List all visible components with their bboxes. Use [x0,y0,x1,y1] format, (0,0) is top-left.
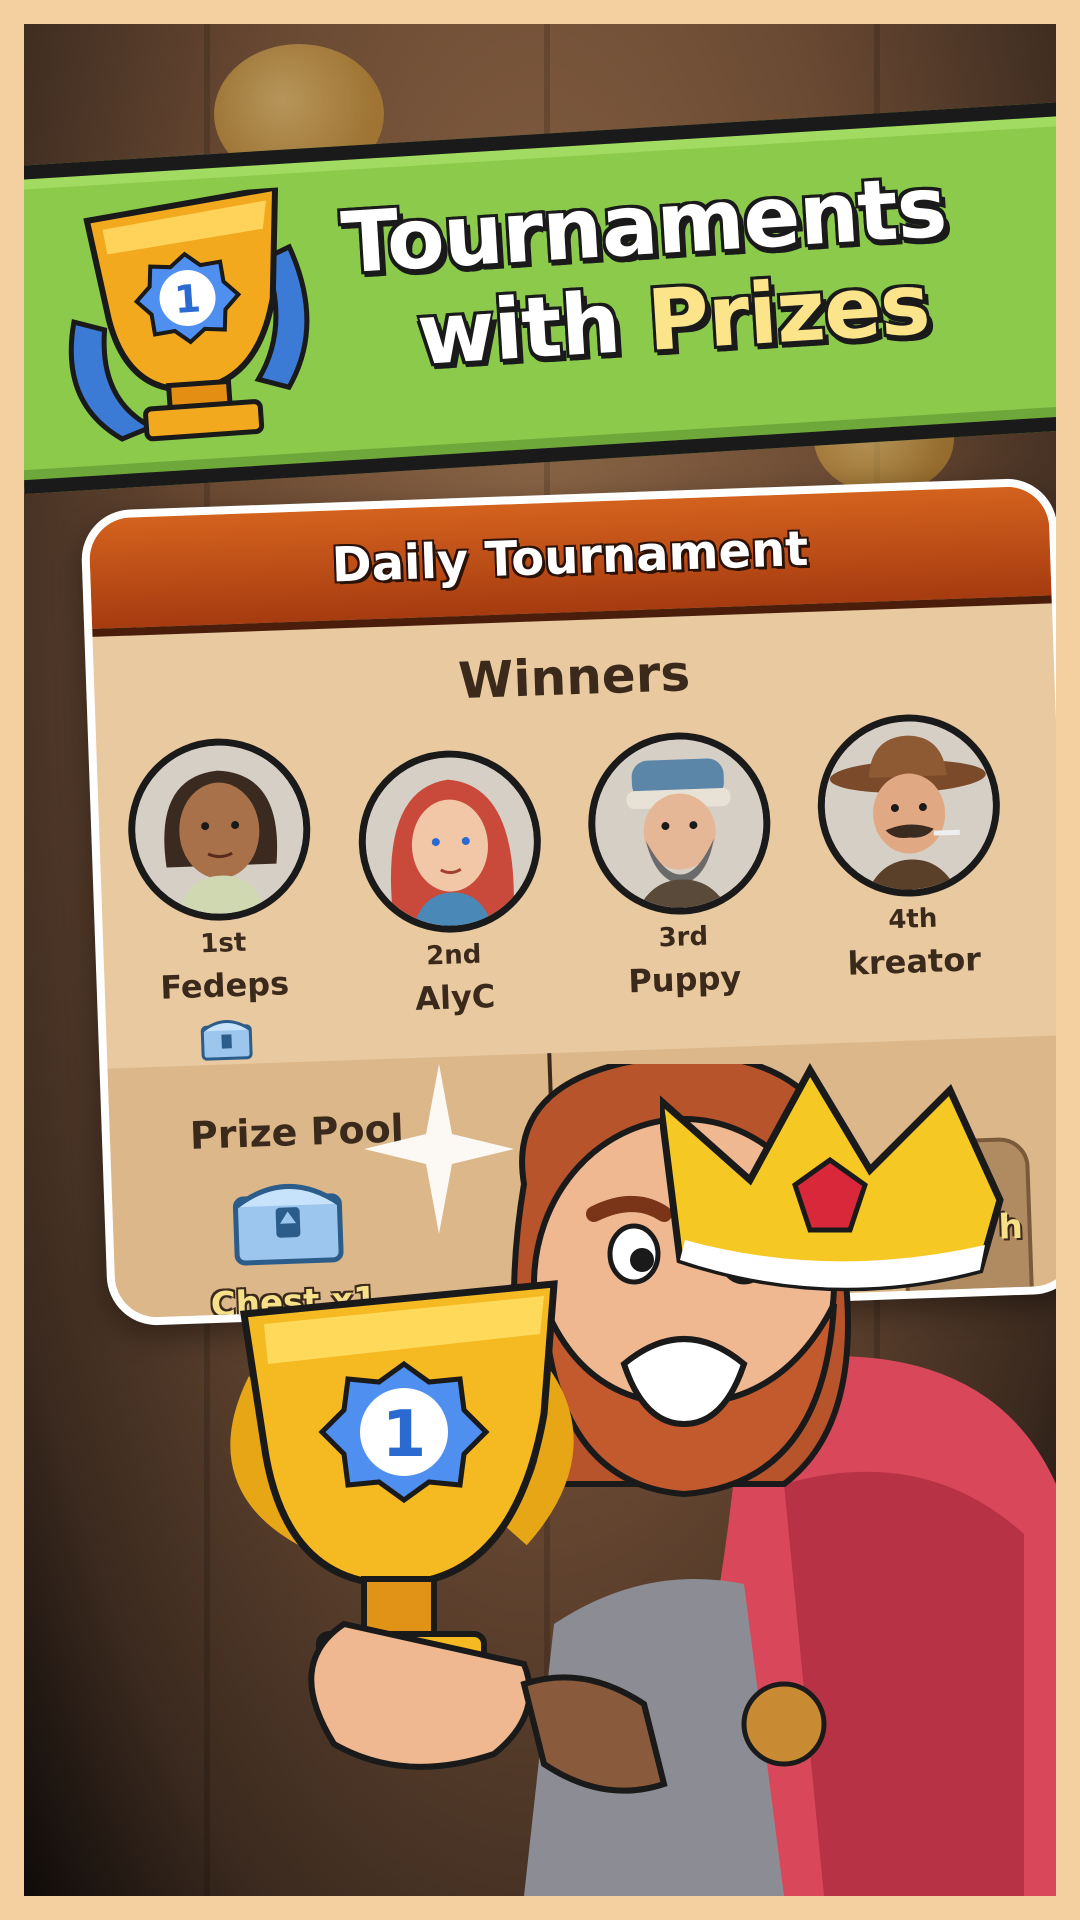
game-screen: 1 Tournaments with Prizes Daily Tourname… [24,24,1056,1896]
avatar [125,735,314,924]
trophy-icon: 1 [68,184,310,442]
winner-rank: 3rd [658,921,709,954]
winner-item-1[interactable]: 1st Fedeps [106,735,337,1070]
winner-item-3[interactable]: 3rd Puppy [566,729,795,1003]
avatar [814,711,1003,900]
winner-item-4[interactable]: 4th kreator [796,711,1025,985]
headline-word-with: with [414,273,623,384]
card-title: Daily Tournament [330,520,810,594]
crown-icon [660,1062,1004,1292]
avatar [585,729,774,918]
winner-rank: 1st [199,927,247,960]
winner-name: kreator [846,940,982,983]
card-header: Daily Tournament [88,485,1052,637]
svg-text:1: 1 [382,1398,427,1472]
winner-name: Puppy [627,958,742,1001]
winner-name: AlyC [414,977,496,1018]
winner-rank: 4th [887,903,938,936]
player-avatar-icon [821,718,996,893]
headline-word-prizes: Prizes [644,254,932,370]
avatar [355,747,544,936]
player-avatar-icon [132,742,307,917]
winner-name: Fedeps [159,964,290,1007]
player-avatar-icon [592,736,767,911]
chest-icon [200,1020,253,1061]
svg-text:1: 1 [173,276,202,322]
winner-item-2[interactable]: 2nd AlyC [337,747,566,1021]
winner-rank: 2nd [425,939,482,972]
player-avatar-icon [362,754,537,929]
